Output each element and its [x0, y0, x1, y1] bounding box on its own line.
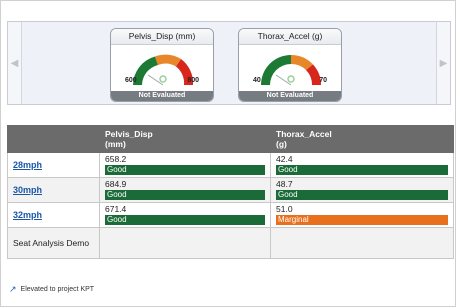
chevron-left-icon: ◀	[10, 57, 19, 69]
empty-cell	[270, 227, 454, 259]
thorax-value: 51.0	[276, 204, 293, 214]
pelvis-value: 671.4	[105, 204, 127, 214]
gauge-title: Pelvis_Disp (mm)	[111, 29, 213, 45]
gauge-title: Thorax_Accel (g)	[239, 29, 341, 45]
header-pelvis-line1: Pelvis_Disp	[105, 129, 153, 139]
header-thorax-line2: (g)	[276, 139, 287, 149]
table-header-row: Pelvis_Disp (mm) Thorax_Accel (g)	[7, 125, 454, 153]
gauge-carousel: ◀ Pelvis_Disp (mm) 600 800 Not Evaluated…	[7, 21, 451, 105]
row-link-28mph[interactable]: 28mph	[13, 160, 42, 170]
gauge-status: Not Evaluated	[239, 91, 341, 101]
pelvis-value: 658.2	[105, 154, 127, 164]
header-thorax: Thorax_Accel (g)	[270, 125, 454, 153]
pelvis-value: 684.9	[105, 179, 127, 189]
gauge-min-label: 40	[253, 77, 261, 84]
table-row: 32mph 671.4 Good 51.0 Marginal	[7, 202, 454, 228]
gauge-max-label: 70	[319, 77, 327, 84]
gauge-max-label: 800	[187, 77, 199, 84]
table-row: 28mph 658.2 Good 42.4 Good	[7, 152, 454, 178]
gauge-min-label: 600	[125, 77, 137, 84]
thorax-rating-badge: Marginal	[276, 215, 448, 225]
thorax-rating-badge: Good	[276, 190, 448, 200]
header-pelvis: Pelvis_Disp (mm)	[99, 125, 271, 153]
gauge-card-pelvis[interactable]: Pelvis_Disp (mm) 600 800 Not Evaluated	[110, 28, 214, 102]
carousel-prev-button[interactable]: ◀	[8, 22, 22, 104]
header-pelvis-line2: (mm)	[105, 139, 126, 149]
gauge-dial-icon	[261, 54, 322, 86]
thorax-value: 48.7	[276, 179, 293, 189]
elevated-status: ↗ Elevated to project KPT	[9, 284, 94, 295]
header-thorax-line1: Thorax_Accel	[276, 129, 332, 139]
row-link-32mph[interactable]: 32mph	[13, 210, 42, 220]
chevron-right-icon: ▶	[439, 57, 448, 69]
header-empty	[7, 125, 100, 153]
elevated-text: Elevated to project KPT	[20, 286, 95, 293]
thorax-rating-badge: Good	[276, 165, 448, 175]
pelvis-rating-badge: Good	[105, 215, 265, 225]
carousel-next-button[interactable]: ▶	[436, 22, 450, 104]
gauge-dial-icon	[133, 54, 194, 86]
table-row: 30mph 684.9 Good 48.7 Good	[7, 177, 454, 203]
arrow-up-right-icon: ↗	[9, 284, 17, 294]
results-table: Pelvis_Disp (mm) Thorax_Accel (g) 28mph …	[7, 125, 454, 259]
row-link-30mph[interactable]: 30mph	[13, 185, 42, 195]
thorax-value: 42.4	[276, 154, 293, 164]
pelvis-rating-badge: Good	[105, 190, 265, 200]
gauge-card-thorax[interactable]: Thorax_Accel (g) 40 70 Not Evaluated	[238, 28, 342, 102]
table-row: Seat Analysis Demo	[7, 227, 454, 259]
pelvis-rating-badge: Good	[105, 165, 265, 175]
gauge-status: Not Evaluated	[111, 91, 213, 101]
empty-cell	[99, 227, 271, 259]
dashboard-panel: ◀ Pelvis_Disp (mm) 600 800 Not Evaluated…	[0, 0, 456, 307]
seat-analysis-label: Seat Analysis Demo	[13, 238, 90, 248]
